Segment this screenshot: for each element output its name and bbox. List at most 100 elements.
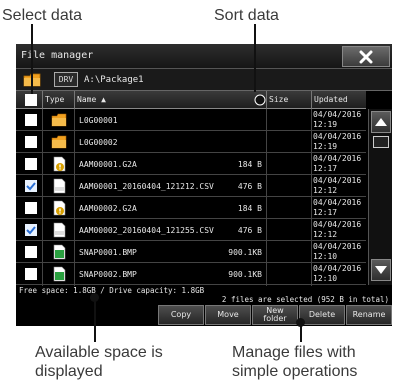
copy-button[interactable]: Copy [158,305,204,325]
file-name: AAM00002_20160404_121255.CSV [79,226,214,235]
file-updated: 04/04/2016 12:12 [313,176,361,195]
callout-dot-space [90,293,99,302]
row-checkbox[interactable] [25,246,37,258]
file-updated: 04/04/2016 12:19 [313,132,361,151]
file-updated-time: 12:10 [313,251,338,261]
csv-file-icon [53,222,66,238]
status-bar: Free space: 1.8GB / Drive capacity: 1.8G… [16,286,392,304]
scrollbar[interactable] [368,109,392,285]
callout-select-data: Select data [2,7,83,24]
file-updated-date: 04/04/2016 [313,220,362,229]
file-updated: 04/04/2016 12:19 [313,110,361,129]
table-row[interactable]: L0G00002 04/04/2016 12:19 [16,131,366,153]
file-name: AAM00001.G2A [79,160,137,169]
callout-available-space-line1: Available space is [35,344,163,361]
file-updated: 04/04/201612:10 [313,242,361,261]
column-header-name[interactable]: Name ▲ [77,95,106,104]
file-updated-time: 12:12 [313,185,338,195]
file-size: 476 B [237,226,262,235]
drive-button[interactable]: DRV [54,72,78,87]
row-checkbox[interactable] [25,136,37,148]
file-size: 184 B [237,204,262,213]
callout-sort-data: Sort data [214,7,279,24]
file-name: L0G00002 [79,138,118,147]
scroll-down-button[interactable] [371,259,391,281]
folder-icon [51,113,67,127]
file-updated-time: 12:10 [313,273,338,283]
row-checkbox[interactable] [25,114,37,126]
callout-line-select [31,24,33,94]
callout-manage-files-line1: Manage files with [232,344,356,361]
table-row[interactable]: SNAP0002.BMP 900.1KB 04/04/2016 12:10 [16,263,366,285]
file-updated: 04/04/201612:10 [313,264,361,283]
column-header-type[interactable]: Type [45,95,64,104]
move-button[interactable]: Move [205,305,251,325]
close-button[interactable] [342,46,390,67]
sort-indicator-icon [254,94,266,106]
triangle-up-icon [375,118,387,126]
file-name: SNAP0002.BMP [79,270,137,279]
row-checkbox[interactable] [25,158,37,170]
file-updated-date: 04/04/2016 [313,110,362,119]
table-header: Type Name ▲ Size Updated [16,91,366,109]
select-all-checkbox[interactable] [25,94,37,106]
row-checkbox[interactable] [25,268,37,280]
file-size: 900.1KB [228,270,262,279]
table-row[interactable]: AAM00001.G2A 184 B 04/04/2016 12:17 [16,153,366,175]
g2a-file-icon [53,156,66,172]
row-checkbox[interactable] [25,202,37,214]
file-updated-date: 04/04/2016 [313,154,362,163]
file-manager-window: File manager DRV A:\Package1 Type Name ▲… [16,44,392,326]
table-row[interactable]: AAM00002_20160404_121255.CSV 476 B 04/04/2… [16,219,366,241]
file-size: 476 B [237,182,262,191]
table-row[interactable]: L0G00001 04/04/2016 12:19 [16,109,366,131]
g2a-file-icon [53,200,66,216]
rename-button[interactable]: Rename [346,305,392,325]
callout-line-sort [254,24,256,92]
table-row[interactable]: SNAP0001.BMP 900.1KB 04/04/2016 12:10 [16,241,366,263]
file-updated-date: 04/04/2016 [313,198,362,207]
current-path: A:\Package1 [84,75,144,85]
file-updated-date: 04/04/2016 [313,132,362,141]
close-icon [359,50,373,63]
new-folder-label-line2: folder [263,314,287,323]
path-bar: DRV A:\Package1 [16,69,392,91]
file-updated: 04/04/2016 12:17 [313,154,361,173]
file-name: AAM00002.G2A [79,204,137,213]
checkmark-icon [26,226,36,235]
triangle-down-icon [375,266,387,274]
bmp-file-icon [53,244,66,260]
delete-button[interactable]: Delete [299,305,345,325]
callout-dot-manage [296,318,305,327]
file-updated: 04/04/2016 12:12 [313,220,361,239]
column-header-updated[interactable]: Updated [314,95,348,104]
csv-file-icon [53,178,66,194]
action-toolbar: Copy Move New folder Delete Rename [16,304,392,326]
file-updated-time: 12:19 [313,119,338,129]
file-name: L0G00001 [79,116,118,125]
file-updated-date: 04/04/2016 [313,242,362,251]
table-row[interactable]: AAM00002.G2A 184 B 04/04/2016 12:17 [16,197,366,219]
selection-summary: 2 files are selected (952 B in total) [221,295,389,304]
column-header-size[interactable]: Size [269,95,288,104]
file-updated-time: 12:19 [313,141,338,151]
new-folder-button[interactable]: New folder [252,305,298,325]
file-name: AAM00001_20160404_121212.CSV [79,182,214,191]
file-updated-time: 12:17 [313,207,338,217]
file-updated-time: 12:12 [313,229,338,239]
table-row[interactable]: AAM00001_20160404_121212.CSV 476 B 04/04/2… [16,175,366,197]
file-updated: 04/04/2016 12:17 [313,198,361,217]
scroll-thumb[interactable] [373,136,389,148]
callout-available-space-line2: displayed [35,363,103,380]
scroll-up-button[interactable] [371,111,391,133]
title-bar: File manager [16,44,392,69]
checkmark-icon [26,182,36,191]
file-size: 900.1KB [228,248,262,257]
row-checkbox[interactable] [25,180,37,192]
free-space-text: Free space: 1.8GB / Drive capacity: 1.8G… [19,286,205,295]
file-updated-date: 04/04/2016 [313,264,362,273]
folder-icon [51,135,67,149]
file-updated-time: 12:17 [313,163,338,173]
bmp-file-icon [53,266,66,282]
row-checkbox[interactable] [25,224,37,236]
